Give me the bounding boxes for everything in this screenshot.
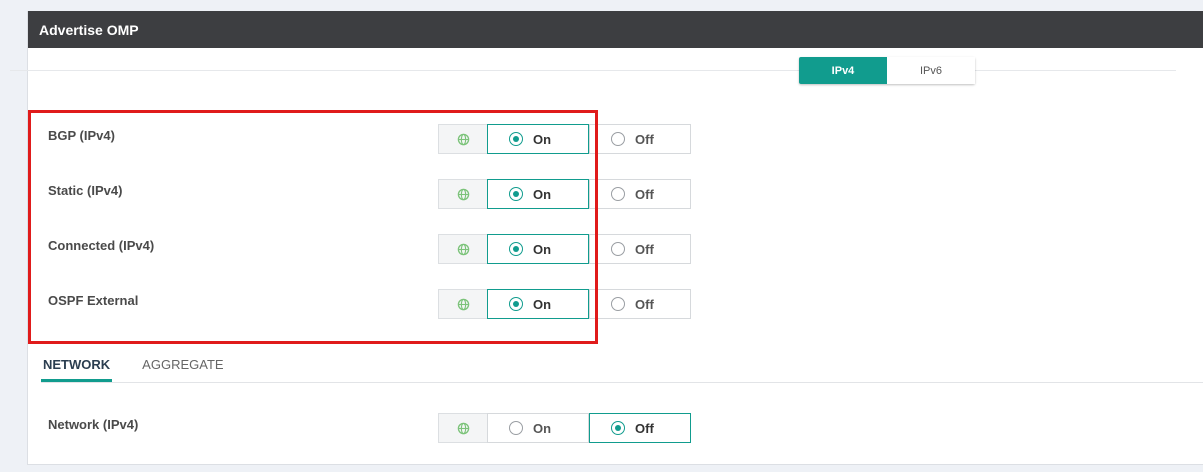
on-label: On <box>533 420 552 436</box>
network-on-option[interactable]: On <box>487 413 589 443</box>
ip-version-toggle: IPv4 IPv6 <box>799 57 975 84</box>
panel-header: Advertise OMP <box>28 11 1203 48</box>
globe-icon <box>457 422 469 434</box>
radio-button[interactable] <box>509 421 523 435</box>
radio-button[interactable] <box>611 421 625 435</box>
network-control: On Off <box>438 413 691 443</box>
tab-network[interactable]: NETWORK <box>41 353 113 382</box>
connected-off-option[interactable]: Off <box>589 234 691 264</box>
off-label: Off <box>635 131 654 147</box>
tab-divider <box>41 382 1203 383</box>
radio-button[interactable] <box>611 187 625 201</box>
off-label: Off <box>635 420 654 436</box>
radio-button[interactable] <box>611 242 625 256</box>
tab-aggregate[interactable]: AGGREGATE <box>140 353 225 382</box>
off-label: Off <box>635 241 654 257</box>
radio-button[interactable] <box>611 297 625 311</box>
tab-bar: NETWORK AGGREGATE <box>41 353 254 383</box>
highlight-box <box>28 110 598 344</box>
network-off-option[interactable]: Off <box>589 413 691 443</box>
off-label: Off <box>635 186 654 202</box>
ipv4-tab[interactable]: IPv4 <box>799 57 887 84</box>
section-divider <box>10 70 1176 71</box>
scope-selector[interactable] <box>438 413 488 443</box>
bgp-off-option[interactable]: Off <box>589 124 691 154</box>
network-label: Network (IPv4) <box>48 417 139 432</box>
ospf-external-off-option[interactable]: Off <box>589 289 691 319</box>
static-off-option[interactable]: Off <box>589 179 691 209</box>
radio-button[interactable] <box>611 132 625 146</box>
panel-title: Advertise OMP <box>39 22 139 38</box>
ipv6-tab[interactable]: IPv6 <box>887 57 975 84</box>
off-label: Off <box>635 296 654 312</box>
